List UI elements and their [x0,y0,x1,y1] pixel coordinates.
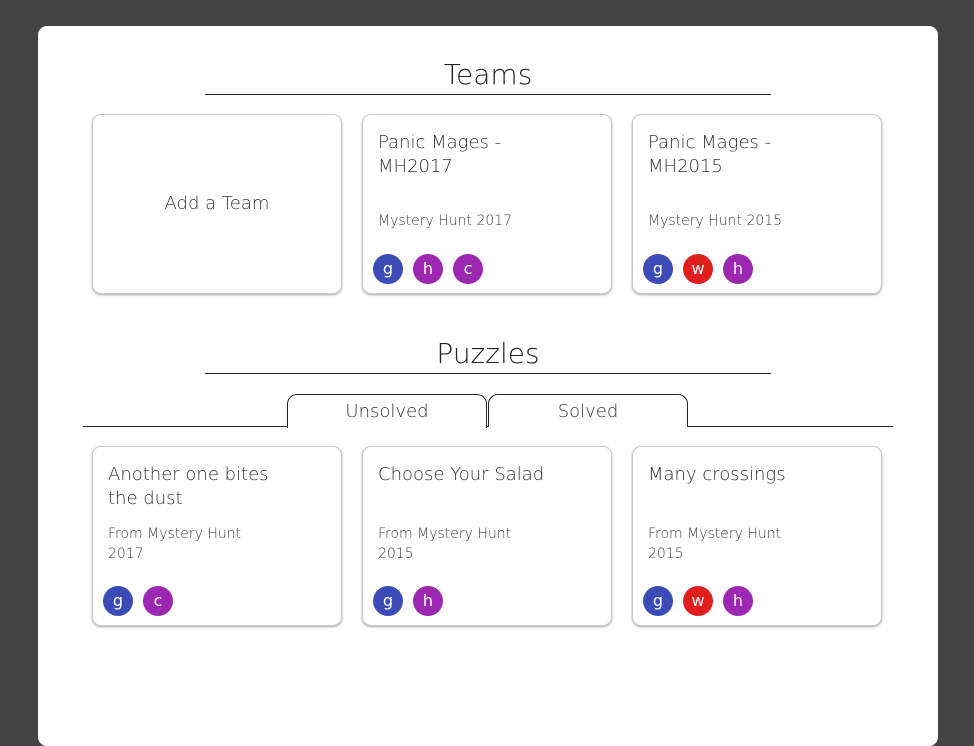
tab-unsolved[interactable]: Unsolved [287,394,487,428]
puzzle-name: Choose Your Salad [378,464,545,485]
team-hunt: Mystery Hunt 2017 [378,213,513,229]
puzzle-source: From Mystery Hunt 2017 [108,526,242,562]
teams-heading: Teams [205,58,771,95]
add-team-label: Add a Team [164,193,270,214]
avatar[interactable]: h [723,586,753,616]
avatar[interactable]: w [683,254,713,284]
team-name: Panic Mages - MH2017 [378,132,502,177]
avatar[interactable]: h [413,586,443,616]
avatar[interactable]: g [373,586,403,616]
puzzle-source: From Mystery Hunt 2015 [648,526,782,562]
avatar[interactable]: w [683,586,713,616]
team-card[interactable]: Panic Mages - MH2017 Mystery Hunt 2017 g… [362,114,612,294]
team-members: g w h [643,254,763,284]
avatar[interactable]: h [413,254,443,284]
team-name: Panic Mages - MH2015 [648,132,772,177]
puzzle-members: g w h [643,586,763,616]
puzzle-name: Many crossings [648,464,786,485]
puzzle-card[interactable]: Choose Your Salad From Mystery Hunt 2015… [362,446,612,626]
avatar[interactable]: g [103,586,133,616]
avatar[interactable]: g [643,586,673,616]
team-card[interactable]: Panic Mages - MH2015 Mystery Hunt 2015 g… [632,114,882,294]
team-hunt: Mystery Hunt 2015 [648,213,783,229]
puzzle-card[interactable]: Another one bites the dust From Mystery … [92,446,342,626]
puzzle-members: g c [103,586,183,616]
avatar[interactable]: g [643,254,673,284]
puzzle-card[interactable]: Many crossings From Mystery Hunt 2015 g … [632,446,882,626]
main-panel: Teams Add a Team Panic Mages - MH2017 My… [38,26,938,746]
puzzle-source: From Mystery Hunt 2015 [378,526,512,562]
avatar[interactable]: c [453,254,483,284]
tab-solved[interactable]: Solved [488,394,688,427]
puzzle-name: Another one bites the dust [108,464,269,509]
avatar[interactable]: h [723,254,753,284]
puzzle-members: g h [373,586,453,616]
avatar[interactable]: c [143,586,173,616]
avatar[interactable]: g [373,254,403,284]
add-team-card[interactable]: Add a Team [92,114,342,294]
team-members: g h c [373,254,493,284]
puzzles-heading: Puzzles [205,337,771,374]
